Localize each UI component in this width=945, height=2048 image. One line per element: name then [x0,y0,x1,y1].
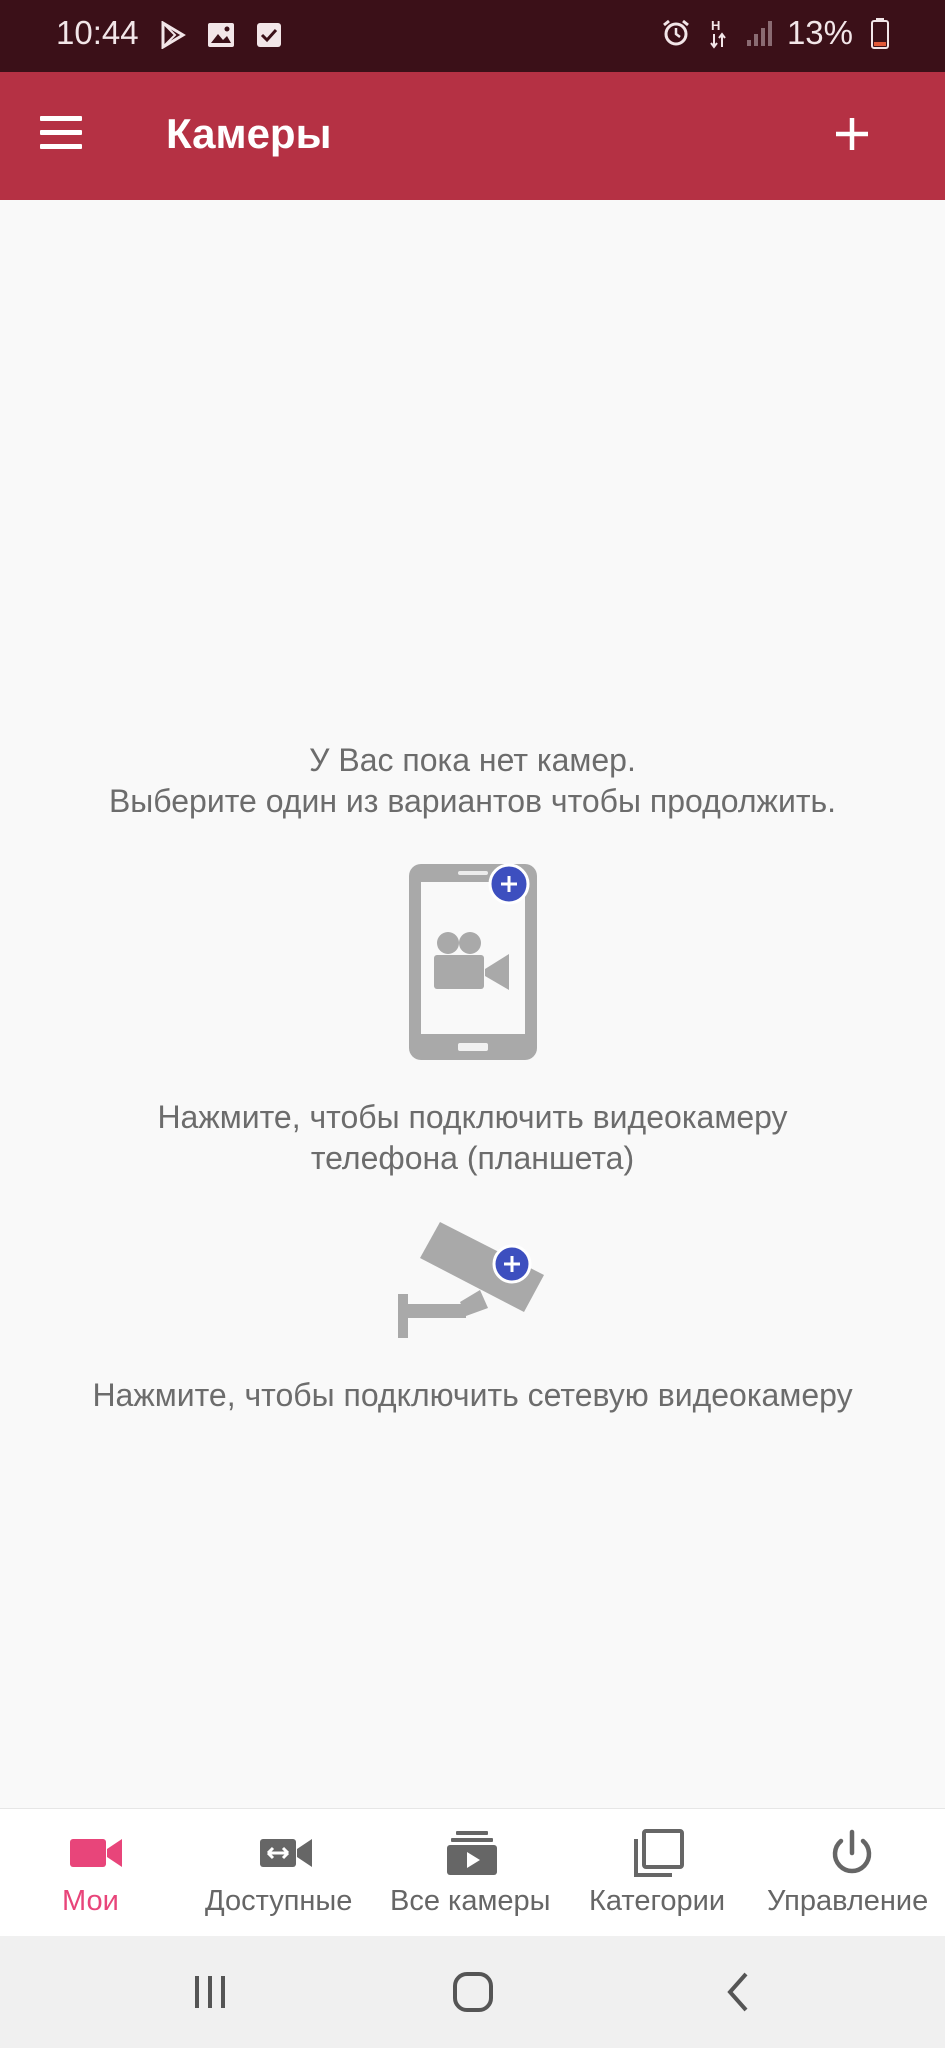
status-right: H 13% [661,14,895,52]
video-camera-icon [70,1839,122,1867]
network-camera-option[interactable] [394,1220,550,1340]
phone-camera-option[interactable] [405,860,541,1064]
alarm-icon [661,18,691,48]
network-camera-label[interactable]: Нажмите, чтобы подключить сетевую видеок… [0,1375,945,1416]
main-content: У Вас пока нет камер. Выберите один из в… [0,200,945,1808]
page-title: Камеры [166,110,332,157]
image-icon [206,20,236,50]
empty-state-line2: Выберите один из вариантов чтобы продолж… [108,783,837,819]
status-left-icons [158,20,284,50]
nav-label-categories: Категории [589,1885,726,1917]
categories-icon [634,1829,684,1877]
phone-camera-icon [409,863,537,1060]
nav-label-all-cameras: Все камеры [390,1885,551,1917]
back-icon [727,1972,748,2012]
empty-state-message: У Вас пока нет камер. Выберите один из в… [0,740,945,822]
phone-camera-label-line1: Нажмите, чтобы подключить видеокамеру [157,1099,788,1135]
home-button[interactable] [443,1964,503,2020]
phone-camera-label-line2: телефона (планшета) [310,1140,635,1176]
home-icon [453,1972,493,2012]
add-camera-button[interactable] [826,108,878,160]
signal-icon [745,18,775,48]
nav-label-management: Управление [767,1885,929,1917]
nav-item-my[interactable]: Мои [40,1809,150,1937]
network-h-icon: H [703,18,733,49]
nav-item-management[interactable]: Управление [764,1809,940,1937]
nav-label-my: Мои [62,1885,119,1917]
status-bar: 10:44 H 13% [0,0,945,72]
network-camera-icon [398,1222,544,1338]
nav-item-categories[interactable]: Категории [586,1809,736,1937]
nav-item-available[interactable]: Доступные [200,1809,368,1937]
nav-item-all-cameras[interactable]: Все камеры [388,1809,558,1937]
hamburger-menu-icon[interactable] [40,116,86,156]
video-library-icon [447,1831,497,1875]
nav-label-available: Доступные [205,1885,353,1917]
app-bar: Камеры [0,72,945,200]
svg-text:H: H [711,18,720,33]
recent-apps-icon [195,1976,225,2008]
bottom-navigation: Мои Доступные Все камеры Категории Управ… [0,1808,945,1937]
plus-icon [836,118,868,150]
recent-apps-button[interactable] [180,1964,240,2020]
status-time: 10:44 [56,14,139,51]
battery-percent: 13% [786,14,853,51]
play-store-icon [158,20,188,50]
back-button[interactable] [708,1964,768,2020]
checkbox-icon [254,20,284,50]
shared-camera-icon [260,1839,312,1867]
phone-camera-label[interactable]: Нажмите, чтобы подключить видеокамеру те… [0,1097,945,1179]
empty-state-line1: У Вас пока нет камер. [309,742,636,778]
system-navigation-bar [0,1936,945,2048]
battery-icon [865,18,895,49]
power-icon [832,1829,872,1874]
